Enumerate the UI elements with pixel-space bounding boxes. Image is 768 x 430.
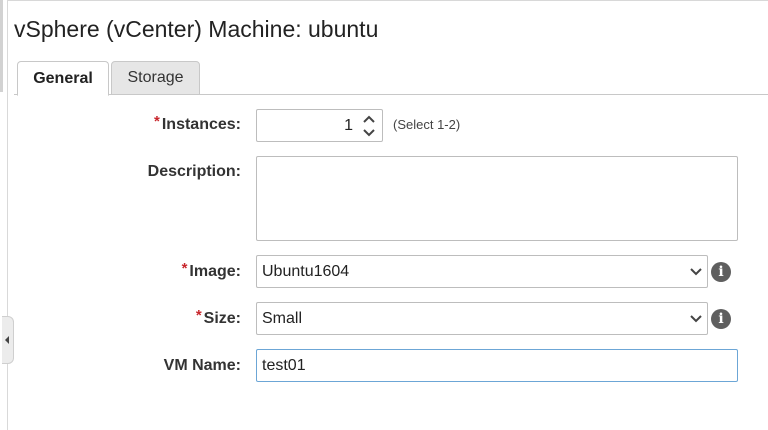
size-selected-value: Small: [262, 310, 303, 327]
vm-name-label: VM Name:: [163, 357, 241, 374]
tab-storage[interactable]: Storage: [111, 61, 200, 95]
description-field[interactable]: [256, 156, 738, 241]
left-panel-edge: [0, 0, 8, 430]
image-selected-value: Ubuntu1604: [262, 263, 350, 280]
image-info-icon[interactable]: i: [711, 262, 731, 282]
required-marker: *: [181, 260, 188, 277]
instances-label: * Instances:: [154, 113, 241, 134]
page-title: vSphere (vCenter) Machine: ubuntu: [14, 16, 379, 42]
image-label: * Image:: [181, 260, 241, 281]
stepper-arrows-icon[interactable]: [361, 113, 377, 139]
tab-general[interactable]: General: [17, 61, 109, 96]
window-top-border: [0, 0, 768, 1]
required-marker: *: [154, 113, 160, 130]
instances-hint: (Select 1-2): [393, 117, 461, 132]
image-select[interactable]: Ubuntu1604: [256, 255, 708, 288]
chevron-down-icon: [690, 268, 702, 276]
description-label: Description:: [147, 163, 241, 180]
panel-collapse-handle[interactable]: [2, 316, 14, 364]
tab-divider: [14, 94, 768, 95]
instances-stepper[interactable]: 1: [256, 109, 383, 142]
size-select[interactable]: Small: [256, 302, 708, 335]
instances-label-text: Instances:: [161, 116, 241, 133]
chevron-down-icon: [690, 315, 702, 323]
size-label-text: Size:: [203, 310, 241, 327]
instances-value: 1: [344, 117, 353, 134]
vm-name-input[interactable]: [256, 349, 738, 382]
image-label-text: Image:: [189, 263, 241, 280]
size-label: * Size:: [195, 307, 241, 328]
required-marker: *: [195, 307, 202, 324]
size-info-icon[interactable]: i: [711, 309, 731, 329]
collapse-arrow-icon: [5, 336, 9, 344]
left-panel-stub: [0, 0, 3, 92]
